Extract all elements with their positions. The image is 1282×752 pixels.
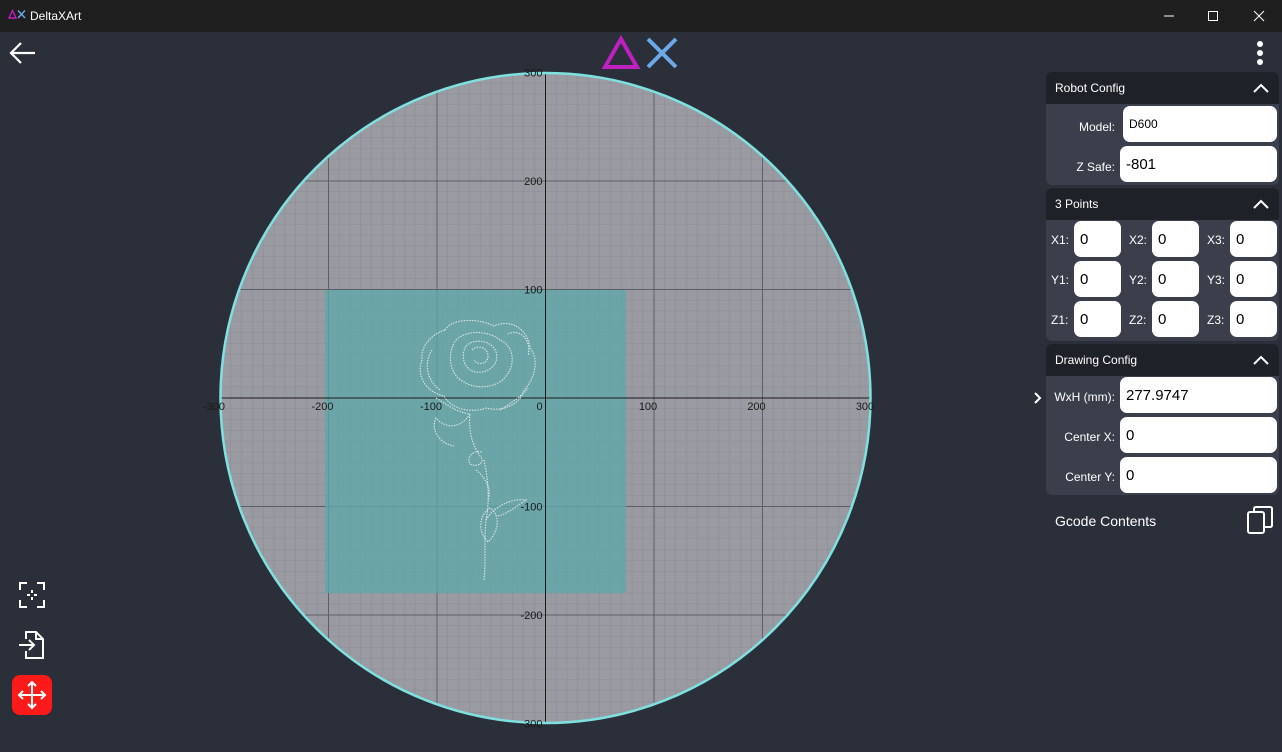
point-label: Y1: [1051,273,1070,287]
point-label: Y2: [1129,273,1148,287]
three-points-panel: 3 Points X1: 0 X2: 0 X3: 0 Y1: 0 Y2: 0 Y3: 0 Z1: 0 Z2:… [1046,188,1279,341]
move-arrows-icon [17,680,47,710]
zsafe-field[interactable]: -801 [1120,146,1277,182]
maximize-icon [1208,11,1218,21]
point-field[interactable]: 0 [1230,221,1277,257]
maximize-button[interactable] [1190,0,1236,32]
close-icon [1253,10,1265,22]
drawing-config-title: Drawing Config [1055,353,1138,367]
three-points-header[interactable]: 3 Points [1046,188,1279,220]
point-field[interactable]: 0 [1152,261,1199,297]
drawing-config-panel: Drawing Config WxH (mm): 277.9747 Center… [1046,344,1279,495]
model-label: Model: [1078,120,1115,134]
center-x-label: Center X: [1064,430,1115,444]
minimize-button[interactable] [1146,0,1192,32]
y-tick-label: -100 [520,502,542,514]
x-tick-label: 200 [747,401,765,413]
drawing-config-header[interactable]: Drawing Config [1046,344,1279,376]
x-tick-label: -200 [311,401,333,413]
robot-config-panel: Robot Config Model: D600 Z Safe: -801 [1046,72,1279,185]
robot-config-title: Robot Config [1055,81,1126,95]
point-field[interactable]: 0 [1230,301,1277,337]
y-tick-label: 300 [524,68,542,80]
point-label: Y3: [1207,273,1226,287]
chevron-up-icon[interactable] [1252,82,1270,94]
point-field[interactable]: 0 [1230,261,1277,297]
more-vertical-icon[interactable] [1250,40,1270,66]
y-tick-label: -300 [520,719,542,731]
point-field[interactable]: 0 [1074,301,1121,337]
point-field[interactable]: 0 [1074,261,1121,297]
wxh-field[interactable]: 277.9747 [1120,377,1277,413]
close-button[interactable] [1236,0,1282,32]
y-tick-label: 100 [524,285,542,297]
point-field[interactable]: 0 [1152,301,1199,337]
center-y-field[interactable]: 0 [1120,457,1277,493]
model-field[interactable]: D600 [1123,106,1277,142]
fit-screen-icon[interactable] [18,581,46,609]
minimize-icon [1164,15,1174,17]
zsafe-label: Z Safe: [1076,160,1115,174]
point-field[interactable]: 0 [1152,221,1199,257]
drawing-canvas[interactable]: -300 -200 -100 0 100 200 300 300 200 100 -100 -200 -… [0,0,1040,752]
wxh-label: WxH (mm): [1054,390,1115,404]
point-label: X3: [1207,233,1226,247]
y-tick-label: -200 [520,610,542,622]
move-button[interactable] [12,675,52,715]
center-x-field[interactable]: 0 [1120,417,1277,453]
x-tick-label: 100 [639,401,657,413]
point-label: X2: [1129,233,1148,247]
point-label: Z2: [1129,313,1147,327]
x-tick-label: 300 [856,401,874,413]
chevron-up-icon[interactable] [1252,354,1270,366]
point-label: Z1: [1051,313,1069,327]
chevron-right-icon[interactable] [1030,390,1044,406]
y-tick-label: 200 [524,176,542,188]
point-label: Z3: [1207,313,1225,327]
center-y-label: Center Y: [1065,470,1115,484]
delta-x-logo-icon [601,35,678,69]
copy-icon[interactable] [1246,505,1274,535]
arrow-left-icon[interactable] [8,40,38,66]
x-tick-label: -300 [203,401,225,413]
drawing-area[interactable] [325,290,626,593]
point-label: X1: [1051,233,1070,247]
point-field[interactable]: 0 [1074,221,1121,257]
gcode-contents-label: Gcode Contents [1055,513,1157,529]
three-points-title: 3 Points [1055,197,1099,211]
robot-config-header[interactable]: Robot Config [1046,72,1279,104]
x-tick-label: -100 [420,401,442,413]
chevron-up-icon[interactable] [1252,198,1270,210]
x-tick-label: 0 [536,401,542,413]
file-import-icon[interactable] [18,630,46,660]
